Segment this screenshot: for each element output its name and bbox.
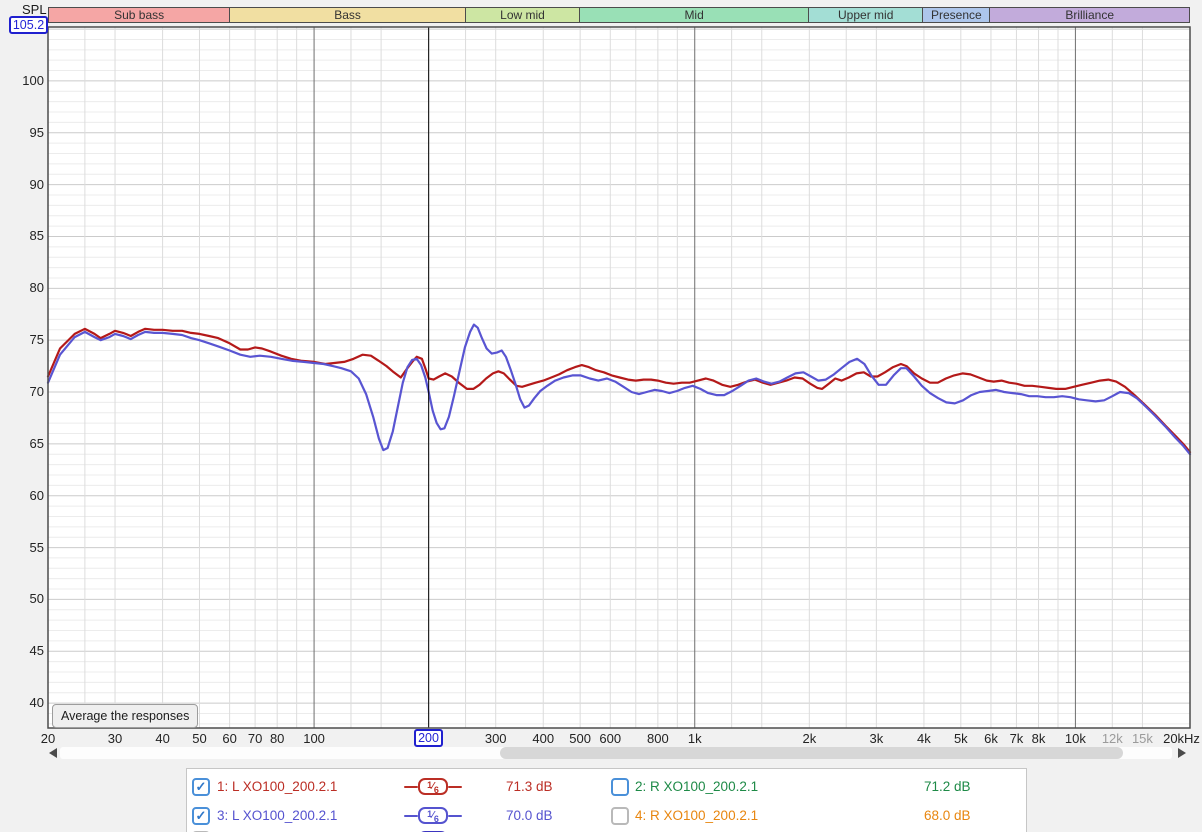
freq-tick-label-800: 800 — [646, 731, 669, 746]
band-label: Presence — [931, 8, 982, 22]
band-label: Bass — [334, 8, 361, 22]
legend-cursor-value-trace-2: 71.2 dB — [924, 779, 971, 794]
band-sub-bass: Sub bass — [49, 8, 231, 22]
spl-measurement-window: Sub bass Bass Low mid Mid Upper mid Presence B… — [0, 0, 1202, 832]
smoothing-1-6-icon-trace-3-tail — [448, 815, 462, 817]
freq-tick-label-100: 100 — [303, 731, 325, 746]
spl-tick-label: 80 — [29, 280, 44, 296]
freq-tick-label-6k: 6k — [984, 731, 998, 746]
scroll-left-icon[interactable] — [49, 748, 57, 758]
freq-tick-label-20kHz: 20kHz — [1163, 731, 1200, 746]
freq-tick-label-5k: 5k — [953, 731, 968, 746]
freq-tick-label-20: 20 — [40, 731, 56, 746]
freq-tick-label-2k: 2k — [802, 731, 817, 746]
spl-tick-label: 65 — [29, 435, 44, 451]
freq-tick-label-30: 30 — [107, 731, 123, 746]
spl-tick-label: 60 — [29, 487, 44, 503]
scroll-right-icon[interactable] — [1178, 748, 1186, 758]
band-label: Sub bass — [114, 8, 165, 22]
band-label: Upper mid — [838, 8, 894, 22]
freq-tick-label-400: 400 — [532, 731, 555, 746]
legend-label-trace-4[interactable]: 4: R XO100_200.2.1 — [635, 807, 758, 825]
band-label: Mid — [684, 8, 704, 22]
spl-tick-label: 85 — [29, 228, 44, 244]
legend-label-trace-3[interactable]: 3: L XO100_200.2.1 — [217, 807, 337, 825]
band-label: Low mid — [500, 8, 545, 22]
legend-panel: ✓ 1 ⁄ 6 1: L XO100_200.2.1 71.3 dB 2: R XO100_… — [186, 768, 1027, 832]
band-mid: Mid — [580, 8, 809, 22]
average-responses-tooltip: Average the responses — [52, 704, 199, 728]
freq-tick-label-60: 60 — [222, 731, 237, 746]
smoothing-1-6-icon-trace-3[interactable]: 1 ⁄ 6 — [418, 807, 448, 824]
smoothing-1-6-icon-trace-1-lead — [404, 786, 418, 788]
spl-axis-max-field[interactable]: 105.2 — [9, 16, 48, 34]
legend-cursor-value-trace-4: 68.0 dB — [924, 808, 971, 823]
legend-cursor-value-trace-3: 70.0 dB — [506, 808, 553, 823]
freq-tick-label-10k: 10k — [1064, 731, 1086, 746]
freq-tick-label-80: 80 — [269, 731, 285, 746]
horizontal-scrollbar-thumb[interactable] — [500, 747, 1123, 759]
freq-tick-label-300: 300 — [484, 731, 507, 746]
freq-tick-label-500: 500 — [569, 731, 591, 746]
spl-axis-title: SPL — [22, 2, 47, 17]
freq-tick-label-15k: 15k — [1131, 731, 1153, 746]
legend-checkbox-trace-3[interactable]: ✓ — [192, 807, 210, 825]
band-brilliance: Brilliance — [990, 8, 1189, 22]
band-low-mid: Low mid — [465, 8, 581, 22]
smoothing-1-6-icon-trace-1-tail — [448, 786, 462, 788]
spl-tick-label: 70 — [29, 384, 44, 400]
spl-tick-label: 75 — [29, 332, 44, 348]
legend-checkbox-trace-2[interactable] — [611, 778, 629, 796]
freq-tick-label-8k: 8k — [1031, 731, 1046, 746]
spl-tick-label: 90 — [29, 176, 44, 192]
freq-tick-label-7k: 7k — [1009, 731, 1024, 746]
freq-tick-label-50: 50 — [192, 731, 207, 746]
spl-tick-label: 55 — [29, 539, 44, 555]
freq-tick-label-1k: 1k — [687, 731, 702, 746]
spl-tick-label: 95 — [29, 124, 44, 140]
legend-checkbox-trace-1[interactable]: ✓ — [192, 778, 210, 796]
freq-tick-label-40: 40 — [155, 731, 170, 746]
band-presence: Presence — [923, 8, 991, 22]
frequency-band-strip: Sub bass Bass Low mid Mid Upper mid Presence B… — [48, 7, 1190, 23]
cursor-frequency-field[interactable]: 200 — [414, 729, 443, 747]
legend-label-trace-2[interactable]: 2: R XO100_200.2.1 — [635, 778, 758, 796]
band-bass: Bass — [230, 8, 466, 22]
band-upper-mid: Upper mid — [809, 8, 924, 22]
smoothing-1-6-icon-trace-3-lead — [404, 815, 418, 817]
freq-tick-label-70: 70 — [247, 731, 263, 746]
legend-label-trace-1[interactable]: 1: L XO100_200.2.1 — [217, 778, 337, 796]
smoothing-1-6-icon-trace-1[interactable]: 1 ⁄ 6 — [418, 778, 448, 795]
spl-tick-label: 45 — [29, 643, 44, 659]
legend-cursor-value-trace-1: 71.3 dB — [506, 779, 553, 794]
spl-tick-label: 50 — [29, 591, 44, 607]
spl-tick-label: 40 — [29, 695, 44, 711]
freq-tick-label-600: 600 — [599, 731, 622, 746]
legend-checkbox-trace-4[interactable] — [611, 807, 629, 825]
freq-tick-label-12k: 12k — [1101, 731, 1123, 746]
freq-tick-label-3k: 3k — [869, 731, 884, 746]
freq-tick-label-4k: 4k — [917, 731, 931, 746]
spl-tick-label: 100 — [22, 72, 44, 88]
band-label: Brilliance — [1065, 8, 1114, 22]
